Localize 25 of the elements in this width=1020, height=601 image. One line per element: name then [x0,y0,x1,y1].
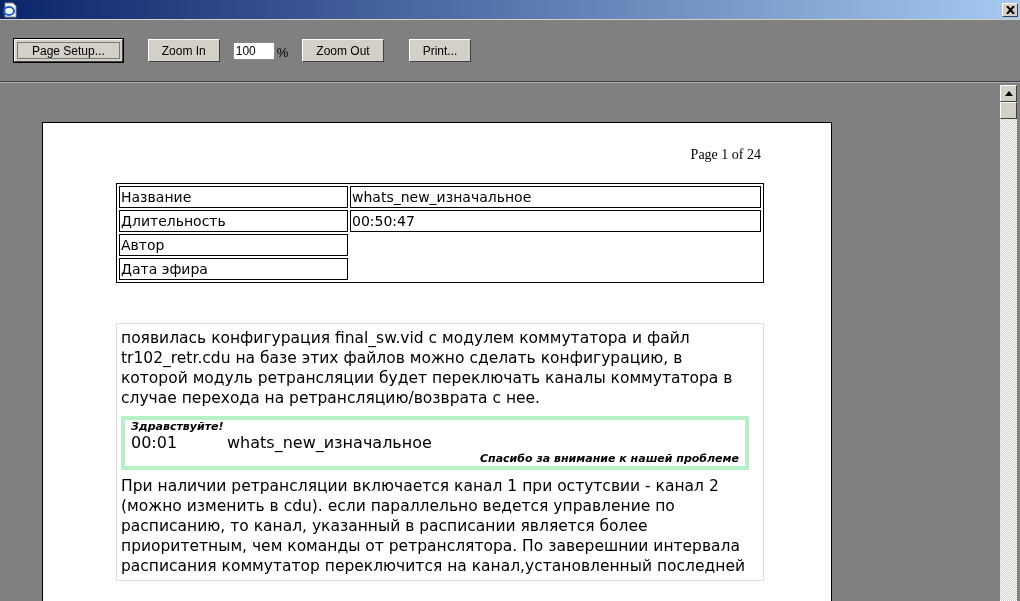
table-cell: Название [119,186,348,208]
table-cell: whats_new_изначальное [350,186,761,208]
table-cell: Дата эфира [119,258,348,280]
percent-label: % [276,44,289,60]
paragraph: появилась конфигурация final_sw.vid с модулем коммутатора и файл tr102_retr.cdu на базе этих файлов можно сделать конфигурацию, в которой модуль ретрансляции будет переключать каналы коммутатора в случае перехода на ретрансляцию/возврата с нее. [121,328,734,408]
table-cell: 00:50:47 [350,210,761,232]
table-cell: Длительность [119,210,348,232]
scroll-thumb[interactable] [1000,102,1017,119]
up-arrow-icon [1004,91,1013,96]
paragraph: При наличии ретрансляции включается канал 1 при остутсвии - канал 2 (можно изменить в cdu). если параллельно ведется управление по расписанию, то канал, указанный в расписании является более приоритетным, чем команды от ретранслятора. По заверешнии интервала расписания коммутатор переключится на канал,установленный последней [121,475,746,576]
close-icon [1005,5,1015,14]
zoom-field[interactable]: 100 [232,41,275,60]
toolbar-button[interactable]: Print... [408,39,472,62]
page-header: Page 1 of 24 [689,147,761,163]
message-title: whats_new_изначальное [227,433,432,453]
table-cell: Автор [119,234,348,256]
scroll-up-button[interactable] [1000,85,1017,102]
message-time: 00:01 [131,433,179,453]
document-icon [2,1,18,18]
toolbar-button[interactable]: Zoom Out [302,39,384,62]
toolbar-button[interactable]: Zoom In [147,39,220,62]
close-button[interactable] [1002,2,1018,17]
toolbar-button[interactable]: Page Setup... [14,39,123,62]
greeting-text: Здравствуйте! [131,420,225,434]
signature-text: Спасибо за внимание к нашей проблеме [479,452,739,466]
